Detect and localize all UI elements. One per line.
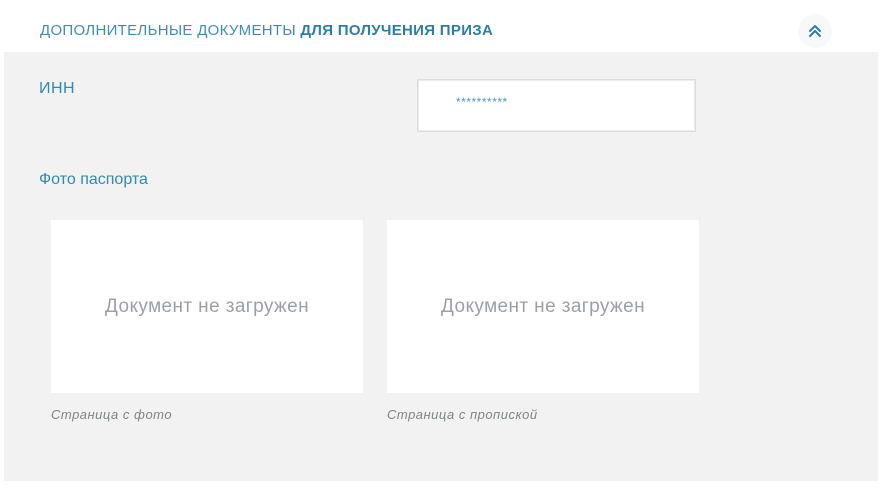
document-status: Документ не загружен [105,295,309,317]
passport-photo-page-upload[interactable]: Документ не загружен [51,220,363,393]
registration-page-caption: Страница с пропиской [387,407,538,422]
chevron-double-up-icon [809,25,821,37]
section-title-light: ДОПОЛНИТЕЛЬНЫЕ ДОКУМЕНТЫ [40,22,296,39]
section-title-bold: ДЛЯ ПОЛУЧЕНИЯ ПРИЗА [300,22,494,39]
passport-photo-label: Фото паспорта [39,171,148,188]
collapse-button[interactable] [798,14,832,48]
section-title: ДОПОЛНИТЕЛЬНЫЕ ДОКУМЕНТЫ ДЛЯ ПОЛУЧЕНИЯ П… [40,10,493,52]
inn-field[interactable]: ********** [417,79,696,132]
photo-page-caption: Страница с фото [51,407,173,422]
passport-registration-page-upload[interactable]: Документ не загружен [387,220,699,393]
section-header: ДОПОЛНИТЕЛЬНЫЕ ДОКУМЕНТЫ ДЛЯ ПОЛУЧЕНИЯ П… [4,10,878,52]
inn-value: ********** [456,95,508,109]
inn-label: ИНН [39,80,76,97]
document-status: Документ не загружен [441,295,645,317]
